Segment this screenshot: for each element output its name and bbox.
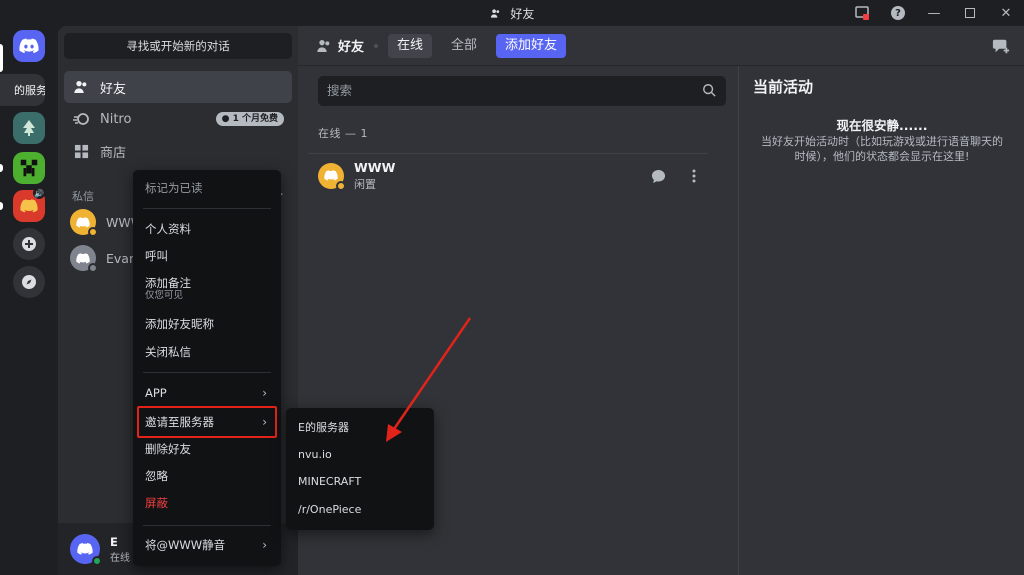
compass-icon <box>22 275 36 289</box>
more-vertical-icon <box>692 169 696 183</box>
idle-status-dot <box>336 180 346 191</box>
friend-status: 闲置 <box>354 177 376 191</box>
submenu-server-item[interactable]: /r/OnePiece <box>292 498 428 522</box>
active-now-body: 当好友开始活动时（比如玩游戏或进行语音聊天的时候），他们的状态都会显示在这里! <box>761 135 1003 163</box>
invite-server-submenu: E的服务器 nvu.io MINECRAFT /r/OnePiece <box>286 408 434 530</box>
plus-icon <box>22 237 36 251</box>
menu-mute[interactable]: 将@WWW静音 › <box>139 533 275 557</box>
submenu-server-item[interactable]: nvu.io <box>292 443 428 467</box>
maximize-button[interactable] <box>952 0 988 26</box>
menu-close-dm[interactable]: 关闭私信 <box>139 340 275 364</box>
nav-friends[interactable]: 好友 <box>64 71 292 103</box>
user-avatar[interactable] <box>70 534 102 566</box>
friend-name: WWW <box>354 159 396 175</box>
active-now-title: 当前活动 <box>753 78 814 96</box>
avatar <box>70 209 98 237</box>
minecraft-server-icon[interactable] <box>13 152 45 184</box>
menu-block[interactable]: 屏蔽 <box>139 491 275 515</box>
avatar <box>318 162 346 191</box>
active-now-panel: 当前活动 现在很安静...... 当好友开始活动时（比如玩游戏或进行语音聊天的时… <box>738 66 1024 575</box>
friends-icon <box>317 39 330 52</box>
nav-nitro[interactable]: Nitro ● 1 个月免费 <box>64 103 292 135</box>
inbox-icon[interactable] <box>844 0 880 26</box>
selected-indicator <box>0 44 3 72</box>
window-title: 好友 <box>510 7 535 21</box>
tab-online[interactable]: 在线 <box>388 33 433 58</box>
nitro-icon <box>72 110 90 128</box>
explore-button[interactable] <box>13 266 45 298</box>
dm-context-menu: 标记为已读 个人资料 呼叫 添加备注 仅您可见 添加好友昵称 关闭私信 APP … <box>133 170 281 566</box>
speaker-icon: 🔊 <box>33 187 45 199</box>
help-icon[interactable]: ? <box>880 0 916 26</box>
menu-app[interactable]: APP › <box>139 381 275 405</box>
online-count-header: 在线 — 1 <box>318 127 368 140</box>
search-icon <box>703 84 716 97</box>
menu-profile[interactable]: 个人资料 <box>139 217 275 241</box>
close-button[interactable]: ✕ <box>988 0 1024 26</box>
menu-add-nickname[interactable]: 添加好友昵称 <box>139 312 275 336</box>
submenu-server-item[interactable]: MINECRAFT <box>292 470 428 494</box>
submenu-server-item[interactable]: E的服务器 <box>292 416 428 440</box>
chevron-right-icon: › <box>262 538 267 552</box>
menu-remove-friend[interactable]: 删除好友 <box>139 437 275 461</box>
avatar <box>70 245 98 273</box>
server-tooltip[interactable]: 的服务器 <box>0 74 45 106</box>
more-options-button[interactable] <box>682 164 706 188</box>
creeper-icon <box>18 157 40 179</box>
find-conversation-button[interactable]: 寻找或开始新的对话 <box>64 33 292 59</box>
dm-header: 私信 <box>72 190 94 203</box>
add-server-button[interactable] <box>13 228 45 260</box>
chevron-right-icon: › <box>262 386 267 400</box>
active-now-heading: 现在很安静...... <box>836 118 928 133</box>
user-status: 在线 <box>110 552 130 564</box>
title-bar: 好友 ? — ✕ <box>0 0 1024 26</box>
server-icon-1[interactable] <box>13 112 45 144</box>
menu-call[interactable]: 呼叫 <box>139 244 275 268</box>
tab-all[interactable]: 全部 <box>442 34 486 58</box>
discord-logo-icon <box>20 199 38 213</box>
server-rail: 的服务器 🔊 <box>0 26 58 575</box>
toolbar-title: 好友 <box>338 40 365 55</box>
chat-bubble-icon <box>651 169 665 183</box>
friend-search-input[interactable]: 搜索 <box>318 76 726 106</box>
highlight-box <box>137 406 277 438</box>
home-button[interactable] <box>13 30 45 62</box>
menu-add-note[interactable]: 添加备注 仅您可见 <box>139 271 275 305</box>
toolbar-divider <box>374 43 379 48</box>
friends-icon <box>72 78 90 96</box>
user-name: E <box>110 534 118 549</box>
discord-logo-icon <box>19 38 39 54</box>
friend-row[interactable]: WWW 闲置 <box>308 153 708 197</box>
shop-icon <box>72 142 90 160</box>
new-group-dm-icon[interactable] <box>992 37 1010 55</box>
online-status-dot <box>92 556 102 566</box>
nitro-badge: ● 1 个月免费 <box>215 112 284 126</box>
menu-ignore[interactable]: 忽略 <box>139 464 275 488</box>
friends-icon <box>490 9 499 18</box>
message-button[interactable] <box>646 164 670 188</box>
add-friend-button[interactable]: 添加好友 <box>496 33 567 58</box>
minimize-button[interactable]: — <box>916 0 952 26</box>
nav-shop[interactable]: 商店 <box>64 135 292 167</box>
menu-mark-read[interactable]: 标记为已读 <box>139 176 275 200</box>
friends-toolbar: 好友 在线 全部 添加好友 <box>298 26 1024 66</box>
idle-status-dot <box>88 227 98 237</box>
offline-status-dot <box>88 263 98 273</box>
tree-icon <box>23 120 35 136</box>
